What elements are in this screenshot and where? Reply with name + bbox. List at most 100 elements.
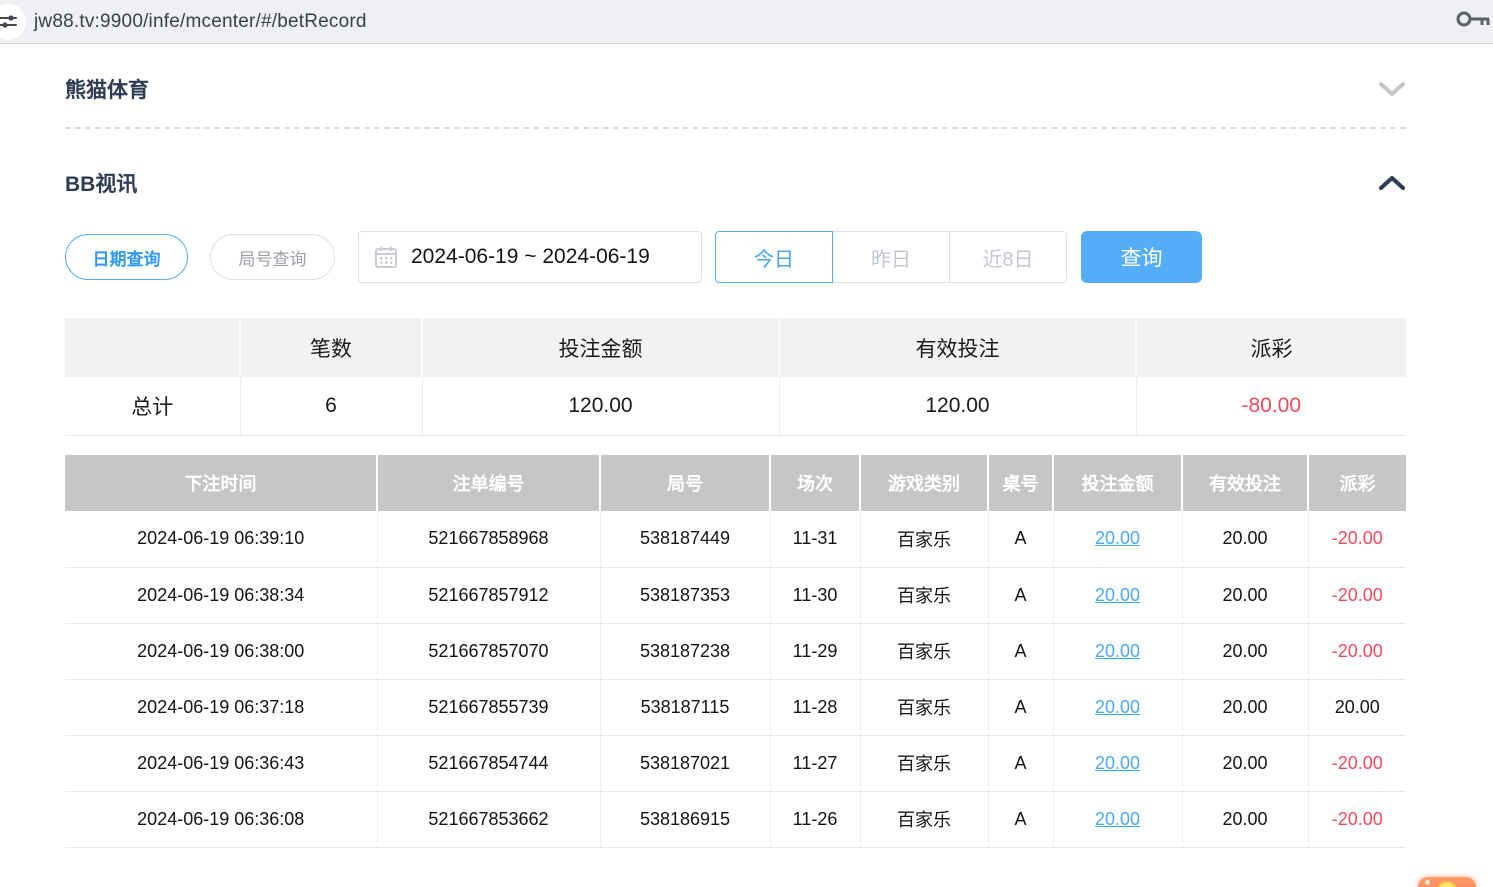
session-cell: 11-27 bbox=[770, 735, 860, 791]
valid-bet-cell: 20.00 bbox=[1182, 511, 1308, 567]
slip-number-cell: 521667855739 bbox=[377, 679, 600, 735]
chevron-down-icon[interactable] bbox=[1378, 80, 1406, 98]
bet-amount-link[interactable]: 20.00 bbox=[1095, 641, 1140, 661]
valid-bet-cell: 20.00 bbox=[1182, 735, 1308, 791]
bet-amount-link[interactable]: 20.00 bbox=[1095, 585, 1140, 605]
game-type-cell: 百家乐 bbox=[860, 567, 988, 623]
header-slip-number: 注单编号 bbox=[377, 455, 600, 511]
today-button[interactable]: 今日 bbox=[715, 231, 833, 283]
summary-total-row: 总计 6 120.00 120.00 -80.00 bbox=[65, 377, 1406, 435]
table-number-cell: A bbox=[988, 511, 1053, 567]
bet-record-page: jw88.tv:9900/infe/mcenter/#/betRecord 熊猫… bbox=[0, 0, 1493, 887]
slip-number-cell: 521667854744 bbox=[377, 735, 600, 791]
payout-cell: -20.00 bbox=[1308, 567, 1406, 623]
slip-number-cell: 521667858968 bbox=[377, 511, 600, 567]
table-row: 2024-06-19 06:37:18 521667855739 5381871… bbox=[65, 679, 1406, 735]
header-game-type: 游戏类别 bbox=[860, 455, 988, 511]
browser-address-bar[interactable]: jw88.tv:9900/infe/mcenter/#/betRecord bbox=[0, 0, 1493, 44]
game-type-cell: 百家乐 bbox=[860, 623, 988, 679]
payout-cell: 20.00 bbox=[1308, 679, 1406, 735]
table-row: 2024-06-19 06:36:08 521667853662 5381869… bbox=[65, 791, 1406, 847]
payout-cell: -20.00 bbox=[1308, 511, 1406, 567]
date-range-value: 2024-06-19 ~ 2024-06-19 bbox=[411, 245, 650, 269]
session-cell: 11-26 bbox=[770, 791, 860, 847]
payout-cell: -20.00 bbox=[1308, 735, 1406, 791]
bet-amount-link[interactable]: 20.00 bbox=[1095, 809, 1140, 829]
summary-header-count: 笔数 bbox=[240, 318, 422, 377]
game-type-cell: 百家乐 bbox=[860, 735, 988, 791]
round-query-tab[interactable]: 局号查询 bbox=[210, 234, 335, 280]
game-type-cell: 百家乐 bbox=[860, 679, 988, 735]
session-cell: 11-28 bbox=[770, 679, 860, 735]
search-button[interactable]: 查询 bbox=[1081, 231, 1202, 283]
round-number-cell: 538187353 bbox=[600, 567, 770, 623]
section-bb-video[interactable]: BB视讯 bbox=[65, 168, 1406, 198]
quick-range-group: 今日 昨日 近8日 bbox=[715, 231, 1067, 283]
bet-amount-link[interactable]: 20.00 bbox=[1095, 697, 1140, 717]
section-title-panda: 熊猫体育 bbox=[65, 74, 149, 104]
valid-bet-cell: 20.00 bbox=[1182, 679, 1308, 735]
section-divider bbox=[65, 127, 1406, 129]
summary-bet-amount-value: 120.00 bbox=[422, 377, 779, 435]
summary-payout-value: -80.00 bbox=[1136, 377, 1406, 435]
bet-amount-link[interactable]: 20.00 bbox=[1095, 753, 1140, 773]
game-type-cell: 百家乐 bbox=[860, 791, 988, 847]
floating-promo-button[interactable] bbox=[1418, 877, 1476, 887]
site-info-icon[interactable] bbox=[0, 4, 26, 40]
summary-header-payout: 派彩 bbox=[1136, 318, 1406, 377]
summary-header-valid-bet: 有效投注 bbox=[779, 318, 1136, 377]
summary-header-bet-amount: 投注金额 bbox=[422, 318, 779, 377]
round-number-cell: 538187238 bbox=[600, 623, 770, 679]
chevron-up-icon[interactable] bbox=[1378, 174, 1406, 192]
table-number-cell: A bbox=[988, 567, 1053, 623]
bet-amount-link[interactable]: 20.00 bbox=[1095, 528, 1140, 548]
password-key-icon[interactable] bbox=[1455, 6, 1491, 37]
table-number-cell: A bbox=[988, 791, 1053, 847]
yesterday-button[interactable]: 昨日 bbox=[832, 231, 950, 283]
table-row: 2024-06-19 06:39:10 521667858968 5381874… bbox=[65, 511, 1406, 567]
date-query-tab[interactable]: 日期查询 bbox=[65, 234, 188, 280]
gold-coin-icon bbox=[1436, 881, 1458, 887]
bet-time-cell: 2024-06-19 06:37:18 bbox=[65, 679, 377, 735]
summary-valid-bet-value: 120.00 bbox=[779, 377, 1136, 435]
header-round-number: 局号 bbox=[600, 455, 770, 511]
payout-cell: -20.00 bbox=[1308, 791, 1406, 847]
slip-number-cell: 521667857070 bbox=[377, 623, 600, 679]
table-row: 2024-06-19 06:38:34 521667857912 5381873… bbox=[65, 567, 1406, 623]
round-number-cell: 538187449 bbox=[600, 511, 770, 567]
slip-number-cell: 521667853662 bbox=[377, 791, 600, 847]
bet-time-cell: 2024-06-19 06:38:34 bbox=[65, 567, 377, 623]
header-session: 场次 bbox=[770, 455, 860, 511]
filter-bar: 日期查询 局号查询 2024-06-19 ~ 2024-06-19 今日 昨日 … bbox=[65, 231, 1202, 283]
valid-bet-cell: 20.00 bbox=[1182, 791, 1308, 847]
bet-time-cell: 2024-06-19 06:39:10 bbox=[65, 511, 377, 567]
game-type-cell: 百家乐 bbox=[860, 511, 988, 567]
session-cell: 11-29 bbox=[770, 623, 860, 679]
summary-header-row: 笔数 投注金额 有效投注 派彩 bbox=[65, 318, 1406, 377]
round-number-cell: 538187115 bbox=[600, 679, 770, 735]
valid-bet-cell: 20.00 bbox=[1182, 567, 1308, 623]
header-payout: 派彩 bbox=[1308, 455, 1406, 511]
summary-header-blank bbox=[65, 318, 240, 377]
header-bet-amount: 投注金额 bbox=[1053, 455, 1182, 511]
summary-table: 笔数 投注金额 有效投注 派彩 总计 6 120.00 120.00 -80.0… bbox=[65, 318, 1406, 436]
session-cell: 11-31 bbox=[770, 511, 860, 567]
section-title-bb: BB视讯 bbox=[65, 168, 137, 198]
last-8-days-button[interactable]: 近8日 bbox=[949, 231, 1067, 283]
round-number-cell: 538187021 bbox=[600, 735, 770, 791]
promo-sparkle-icon bbox=[1425, 880, 1430, 885]
url-text[interactable]: jw88.tv:9900/infe/mcenter/#/betRecord bbox=[34, 11, 367, 33]
bet-time-cell: 2024-06-19 06:36:08 bbox=[65, 791, 377, 847]
calendar-icon bbox=[374, 245, 398, 269]
bet-table-header-row: 下注时间 注单编号 局号 场次 游戏类别 桌号 投注金额 有效投注 派彩 bbox=[65, 455, 1406, 511]
header-bet-time: 下注时间 bbox=[65, 455, 377, 511]
date-range-input[interactable]: 2024-06-19 ~ 2024-06-19 bbox=[358, 231, 702, 283]
bet-records-table: 下注时间 注单编号 局号 场次 游戏类别 桌号 投注金额 有效投注 派彩 202… bbox=[65, 455, 1406, 848]
table-number-cell: A bbox=[988, 735, 1053, 791]
section-panda-sports[interactable]: 熊猫体育 bbox=[65, 74, 1406, 104]
slip-number-cell: 521667857912 bbox=[377, 567, 600, 623]
table-row: 2024-06-19 06:38:00 521667857070 5381872… bbox=[65, 623, 1406, 679]
table-row: 2024-06-19 06:36:43 521667854744 5381870… bbox=[65, 735, 1406, 791]
summary-total-label: 总计 bbox=[65, 377, 240, 435]
bet-time-cell: 2024-06-19 06:38:00 bbox=[65, 623, 377, 679]
